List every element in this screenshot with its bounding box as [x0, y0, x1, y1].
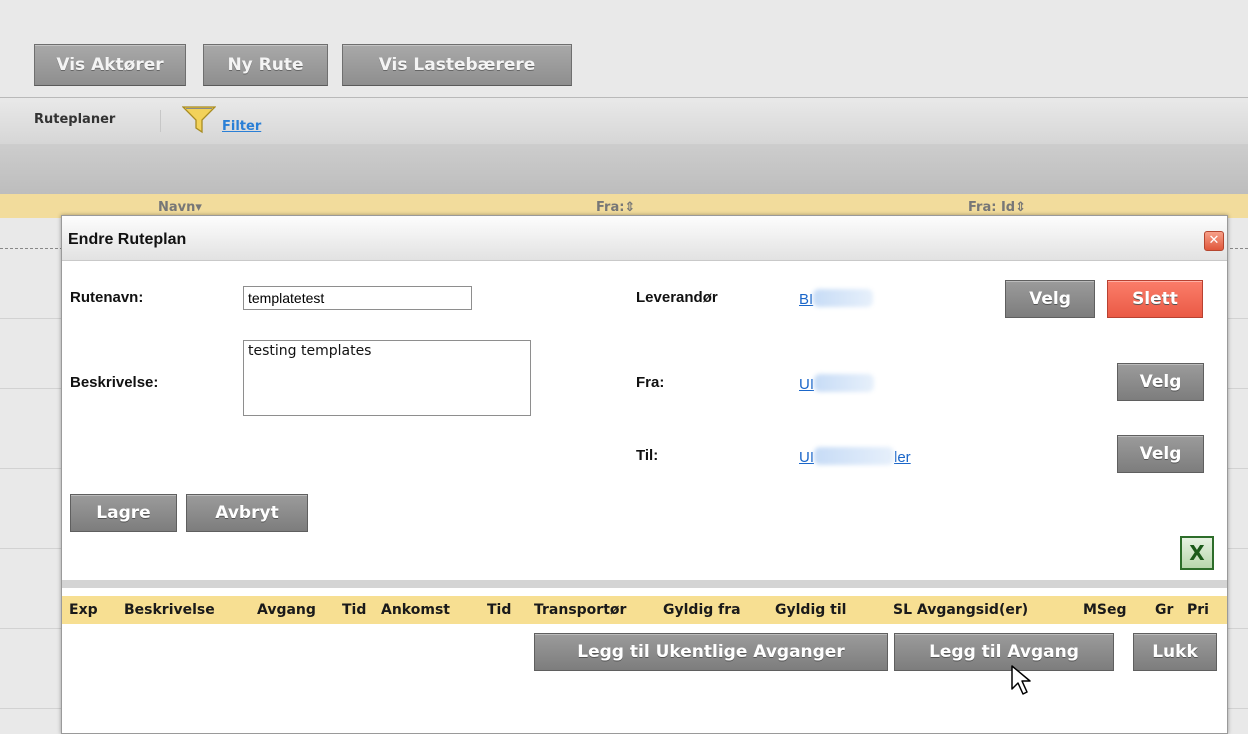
column-header[interactable]: Avgang: [257, 602, 316, 618]
from-label: Fra:: [636, 374, 665, 391]
route-name-label: Rutenavn:: [70, 289, 144, 306]
redacted-text: [814, 374, 874, 392]
departures-table-header: Exp Beskrivelse Avgang Tid Ankomst Tid T…: [62, 596, 1227, 624]
column-header[interactable]: Pri: [1187, 602, 1209, 618]
description-textarea[interactable]: testing templates: [243, 340, 531, 416]
save-button[interactable]: Lagre: [70, 494, 177, 532]
new-route-button[interactable]: Ny Rute: [203, 44, 328, 86]
redacted-text: [813, 289, 874, 307]
toolbar-separator: [160, 110, 161, 132]
excel-export-icon[interactable]: X: [1180, 536, 1214, 570]
column-header[interactable]: Ankomst: [381, 602, 450, 618]
filter-icon[interactable]: [182, 105, 216, 135]
add-weekly-departures-button[interactable]: Legg til Ukentlige Avganger: [534, 633, 888, 671]
column-header[interactable]: Tid: [487, 602, 511, 618]
add-departure-button[interactable]: Legg til Avgang: [894, 633, 1114, 671]
toolbar-title: Ruteplaner: [34, 112, 116, 127]
close-icon[interactable]: ✕: [1204, 231, 1224, 251]
cancel-button[interactable]: Avbryt: [186, 494, 308, 532]
column-header[interactable]: Beskrivelse: [124, 602, 215, 618]
mouse-cursor-icon: [1011, 665, 1031, 695]
show-carriers-button[interactable]: Vis Lastebærere: [342, 44, 572, 86]
to-label: Til:: [636, 447, 659, 464]
to-value-suffix: ler: [894, 449, 911, 466]
dialog-titlebar: Endre Ruteplan ✕: [62, 216, 1227, 261]
column-header[interactable]: Gr: [1155, 602, 1173, 618]
column-header-from[interactable]: Fra:⇕: [596, 200, 635, 215]
description-label: Beskrivelse:: [70, 374, 159, 391]
edit-route-plan-dialog: Endre Ruteplan ✕ Rutenavn: Beskrivelse: …: [61, 215, 1228, 734]
to-select-button[interactable]: Velg: [1117, 435, 1204, 473]
column-header[interactable]: MSeg: [1083, 602, 1127, 618]
close-button[interactable]: Lukk: [1133, 633, 1217, 671]
redacted-text: [814, 447, 894, 465]
from-value: UI: [799, 376, 814, 393]
route-plans-toolbar: Ruteplaner Filter: [0, 97, 1248, 145]
supplier-label: Leverandør: [636, 289, 718, 306]
grid-band: [0, 144, 1248, 194]
supplier-link[interactable]: BI: [799, 289, 874, 308]
from-select-button[interactable]: Velg: [1117, 363, 1204, 401]
supplier-select-button[interactable]: Velg: [1005, 280, 1095, 318]
section-divider: [62, 580, 1227, 588]
supplier-value: BI: [799, 291, 814, 308]
column-header[interactable]: Gyldig til: [775, 602, 846, 618]
column-header[interactable]: Tid: [342, 602, 366, 618]
column-header-name[interactable]: Navn▾: [158, 200, 202, 215]
column-header-from-id[interactable]: Fra: Id⇕: [968, 200, 1026, 215]
supplier-delete-button[interactable]: Slett: [1107, 280, 1203, 318]
column-header[interactable]: Exp: [69, 602, 98, 618]
show-actors-button[interactable]: Vis Aktører: [34, 44, 186, 86]
dialog-title: Endre Ruteplan: [68, 231, 187, 248]
to-value-prefix: UI: [799, 449, 814, 466]
column-header[interactable]: SL Avgangsid(er): [893, 602, 1028, 618]
route-name-input[interactable]: [243, 286, 472, 310]
from-link[interactable]: UI: [799, 374, 874, 393]
to-link[interactable]: UI ler: [799, 447, 911, 466]
filter-link[interactable]: Filter: [222, 119, 261, 134]
column-header[interactable]: Gyldig fra: [663, 602, 741, 618]
column-header[interactable]: Transportør: [534, 602, 626, 618]
